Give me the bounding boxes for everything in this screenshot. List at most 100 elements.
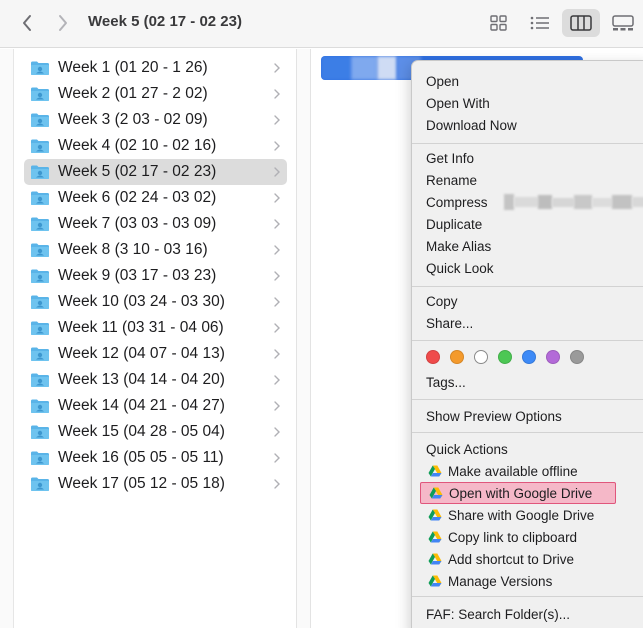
shared-folder-icon xyxy=(30,60,50,76)
folder-row[interactable]: Week 17 (05 12 - 05 18) xyxy=(24,471,287,497)
folder-row[interactable]: Week 15 (04 28 - 05 04) xyxy=(24,419,287,445)
quick-action-item[interactable]: Copy link to clipboard xyxy=(420,526,616,548)
menu-item-make-alias[interactable]: Make Alias xyxy=(426,236,491,256)
folder-row[interactable]: Week 11 (03 31 - 04 06) xyxy=(24,315,287,341)
google-drive-icon xyxy=(428,553,442,565)
quick-action-item[interactable]: Make available offline xyxy=(420,460,616,482)
menu-item-show-preview-options[interactable]: Show Preview Options xyxy=(426,406,562,426)
quick-action-item[interactable]: Share with Google Drive xyxy=(420,504,616,526)
forward-button[interactable] xyxy=(50,10,76,36)
folder-row[interactable]: Week 7 (03 03 - 03 09) xyxy=(24,211,287,237)
column-divider[interactable] xyxy=(297,49,311,628)
tag-orange-dot[interactable] xyxy=(450,350,464,364)
chevron-right-icon xyxy=(273,165,281,179)
shared-folder-icon xyxy=(30,450,50,466)
folder-row[interactable]: Week 9 (03 17 - 03 23) xyxy=(24,263,287,289)
chevron-right-icon xyxy=(273,243,281,257)
shared-folder-icon xyxy=(30,216,50,232)
chevron-right-icon xyxy=(273,139,281,153)
quick-action-item[interactable]: Manage Versions xyxy=(420,570,616,592)
shared-folder-icon xyxy=(30,112,50,128)
folder-label: Week 6 (02 24 - 03 02) xyxy=(58,189,217,206)
quick-action-item[interactable]: Add shortcut to Drive xyxy=(420,548,616,570)
icon-view-button[interactable] xyxy=(484,9,514,37)
quick-action-label: Add shortcut to Drive xyxy=(448,551,575,567)
gallery-view-icon xyxy=(612,15,634,31)
menu-item-open-with[interactable]: Open With xyxy=(426,93,490,113)
menu-separator xyxy=(412,286,643,287)
folder-list: Week 1 (01 20 - 1 26) Week 2 (01 27 - 2 0… xyxy=(24,55,287,497)
tag-green-dot[interactable] xyxy=(498,350,512,364)
toolbar: Week 5 (02 17 - 02 23) xyxy=(0,0,643,48)
folder-row[interactable]: Week 16 (05 05 - 05 11) xyxy=(24,445,287,471)
shared-folder-icon xyxy=(30,372,50,388)
chevron-right-icon xyxy=(273,217,281,231)
folder-row[interactable]: Week 12 (04 07 - 04 13) xyxy=(24,341,287,367)
folder-row[interactable]: Week 2 (01 27 - 2 02) xyxy=(24,81,287,107)
redacted-filename xyxy=(504,192,643,212)
chevron-right-icon xyxy=(273,373,281,387)
menu-item-copy[interactable]: Copy xyxy=(426,291,458,311)
menu-item-rename[interactable]: Rename xyxy=(426,170,477,190)
shared-folder-icon xyxy=(30,86,50,102)
folder-label: Week 10 (03 24 - 03 30) xyxy=(58,293,225,310)
google-drive-icon xyxy=(428,575,442,587)
quick-action-label: Copy link to clipboard xyxy=(448,529,578,545)
folder-label: Week 13 (04 14 - 04 20) xyxy=(58,371,225,388)
google-drive-icon xyxy=(428,465,442,477)
chevron-right-icon xyxy=(59,15,67,31)
folder-row[interactable]: Week 14 (04 21 - 04 27) xyxy=(24,393,287,419)
menu-item-duplicate[interactable]: Duplicate xyxy=(426,214,482,234)
menu-separator xyxy=(412,143,643,144)
folder-label: Week 3 (2 03 - 02 09) xyxy=(58,111,208,128)
folder-row[interactable]: Week 3 (2 03 - 02 09) xyxy=(24,107,287,133)
folder-row[interactable]: Week 4 (02 10 - 02 16) xyxy=(24,133,287,159)
shared-folder-icon xyxy=(30,164,50,180)
menu-item-compress[interactable]: Compress xyxy=(426,192,643,212)
shared-folder-icon xyxy=(30,346,50,362)
menu-item-quick-look[interactable]: Quick Look xyxy=(426,258,494,278)
chevron-right-icon xyxy=(273,191,281,205)
folder-row[interactable]: Week 6 (02 24 - 03 02) xyxy=(24,185,287,211)
google-drive-icon xyxy=(428,531,442,543)
shared-folder-icon xyxy=(30,190,50,206)
menu-item-get-info[interactable]: Get Info xyxy=(426,148,474,168)
folder-label: Week 9 (03 17 - 03 23) xyxy=(58,267,217,284)
shared-folder-icon xyxy=(30,268,50,284)
menu-separator xyxy=(412,596,643,597)
quick-action-label: Manage Versions xyxy=(448,573,553,589)
gallery-view-button[interactable] xyxy=(606,9,640,37)
folder-label: Week 7 (03 03 - 03 09) xyxy=(58,215,217,232)
column-view-button[interactable] xyxy=(562,9,600,37)
folder-row[interactable]: Week 10 (03 24 - 03 30) xyxy=(24,289,287,315)
list-view-button[interactable] xyxy=(525,9,555,37)
menu-item-download-now[interactable]: Download Now xyxy=(426,115,517,135)
menu-item-tags[interactable]: Tags... xyxy=(426,372,466,392)
quick-action-label: Make available offline xyxy=(448,463,578,479)
google-drive-icon xyxy=(429,487,443,499)
folder-row[interactable]: Week 8 (3 10 - 03 16) xyxy=(24,237,287,263)
quick-action-item[interactable]: Open with Google Drive xyxy=(420,482,616,504)
tag-blue-dot[interactable] xyxy=(522,350,536,364)
tag-gray-dot[interactable] xyxy=(570,350,584,364)
tag-red-dot[interactable] xyxy=(426,350,440,364)
menu-item-open[interactable]: Open xyxy=(426,71,459,91)
window-title: Week 5 (02 17 - 02 23) xyxy=(88,13,242,30)
folder-label: Week 1 (01 20 - 1 26) xyxy=(58,59,208,76)
back-button[interactable] xyxy=(14,10,40,36)
tag-color-row xyxy=(426,349,594,365)
folder-row[interactable]: Week 13 (04 14 - 04 20) xyxy=(24,367,287,393)
menu-item-share[interactable]: Share... xyxy=(426,313,473,333)
folder-row[interactable]: Week 1 (01 20 - 1 26) xyxy=(24,55,287,81)
folder-label: Week 14 (04 21 - 04 27) xyxy=(58,397,225,414)
chevron-right-icon xyxy=(273,295,281,309)
tag-none-dot[interactable] xyxy=(474,350,488,364)
chevron-right-icon xyxy=(273,425,281,439)
folder-label: Week 8 (3 10 - 03 16) xyxy=(58,241,208,258)
quick-action-label: Open with Google Drive xyxy=(449,485,593,501)
list-view-icon xyxy=(530,16,549,30)
menu-item-faf-search[interactable]: FAF: Search Folder(s)... xyxy=(426,604,570,624)
folder-row[interactable]: Week 5 (02 17 - 02 23) xyxy=(24,159,287,185)
tag-purple-dot[interactable] xyxy=(546,350,560,364)
menu-separator xyxy=(412,399,643,400)
